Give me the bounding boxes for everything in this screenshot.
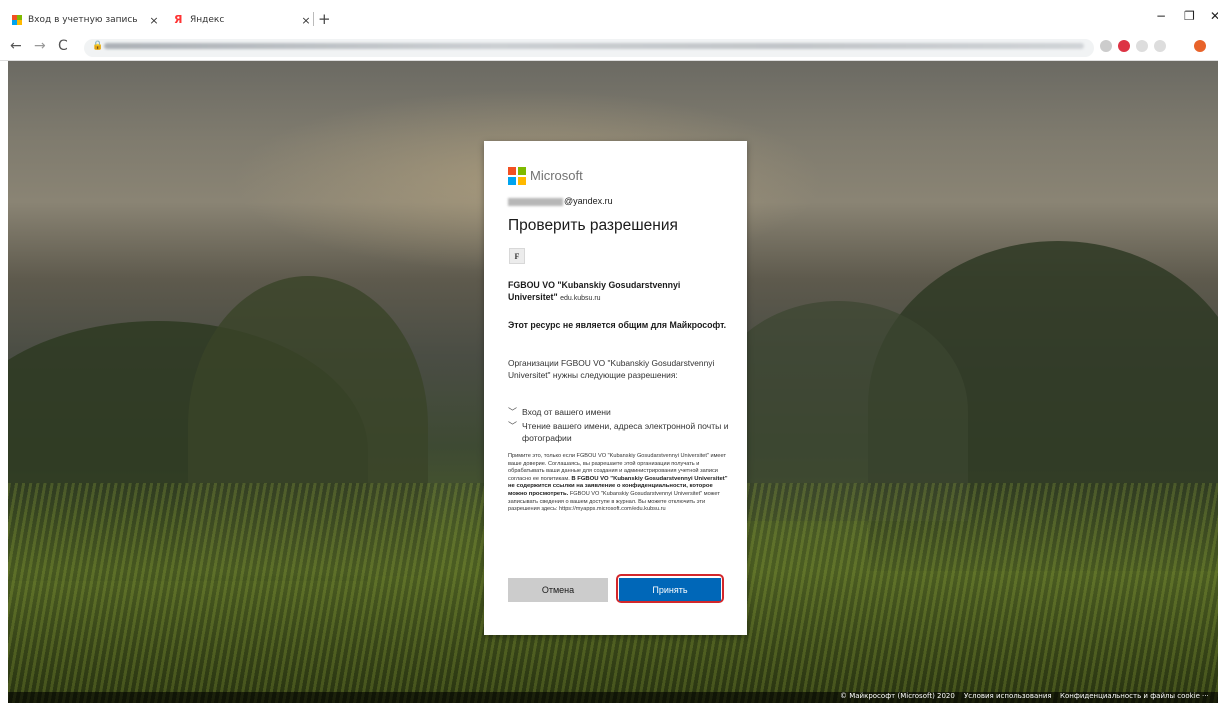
restore-button[interactable]: ❐ [1184,9,1195,23]
redacted-username [508,197,563,206]
blurred-url [104,43,1084,49]
browser-toolbar: ← → C 🔒 [0,36,1218,61]
accept-button[interactable]: Принять [619,578,721,601]
copyright-text: © Майкрософт (Microsoft) 2020 [840,692,955,700]
tab-divider [313,12,314,26]
consent-fine-print: Примите это, только если FGBOU VO "Kuban… [508,453,730,514]
forward-arrow-icon[interactable]: → [34,38,46,54]
org-domain: edu.kubsu.ru [560,295,601,302]
minimize-button[interactable]: − [1156,9,1166,23]
close-window-button[interactable]: ✕ [1210,9,1218,23]
microsoft-logo-icon [508,167,526,185]
browser-tab-bar: Вход в учетную запись × Я Яндекс × + − ❐… [0,0,1218,36]
permission-label: Вход от вашего имени [522,407,611,417]
reload-icon[interactable]: C [58,38,68,54]
more-options-icon[interactable]: ··· [1202,692,1209,700]
privacy-link[interactable]: Конфиденциальность и файлы cookie [1060,692,1200,700]
email-domain: @yandex.ru [564,196,613,206]
cancel-button[interactable]: Отмена [508,578,608,602]
tab-sign-in[interactable]: Вход в учетную запись × [4,8,162,32]
tab-close-icon[interactable]: × [298,14,314,27]
permission-label: Чтение вашего имени, адреса электронной … [522,421,729,443]
extension-icon[interactable] [1154,40,1166,52]
page-title: Проверить разрешения [508,217,678,234]
terms-link[interactable]: Условия использования [964,692,1052,700]
extension-icon[interactable] [1118,40,1130,52]
microsoft-favicon-icon [12,15,22,25]
new-tab-button[interactable]: + [318,10,331,28]
yandex-favicon-icon: Я [174,13,183,26]
lock-icon: 🔒 [92,41,104,51]
back-arrow-icon[interactable]: ← [10,38,22,54]
tab-close-icon[interactable]: × [146,14,162,27]
permission-item[interactable]: ﹀ Вход от вашего имени [508,406,730,418]
tab-title: Яндекс [190,15,225,25]
chevron-down-icon: ﹀ [508,421,518,431]
permissions-dialog: Microsoft @yandex.ru Проверить разрешени… [484,141,747,635]
account-email[interactable]: @yandex.ru [508,196,613,206]
permissions-intro: Организации FGBOU VO "Kubanskiy Gosudars… [508,358,715,380]
brand-name: Microsoft [530,168,583,183]
app-logo-tile: F [509,248,525,264]
extension-icon[interactable] [1136,40,1148,52]
requesting-org: FGBOU VO "Kubanskiy Gosudarstvennyi Univ… [508,279,728,305]
extension-icon[interactable] [1100,40,1112,52]
unverified-warning: Этот ресурс не является общим для Майкро… [508,320,727,330]
page-footer: © Майкрософт (Microsoft) 2020 Условия ис… [8,692,1218,703]
tab-title: Вход в учетную запись [28,15,138,25]
profile-avatar[interactable] [1194,40,1206,52]
permission-item[interactable]: ﹀ Чтение вашего имени, адреса электронно… [508,420,730,444]
chevron-down-icon: ﹀ [508,407,518,417]
tab-yandex[interactable]: Я Яндекс × [166,8,314,32]
